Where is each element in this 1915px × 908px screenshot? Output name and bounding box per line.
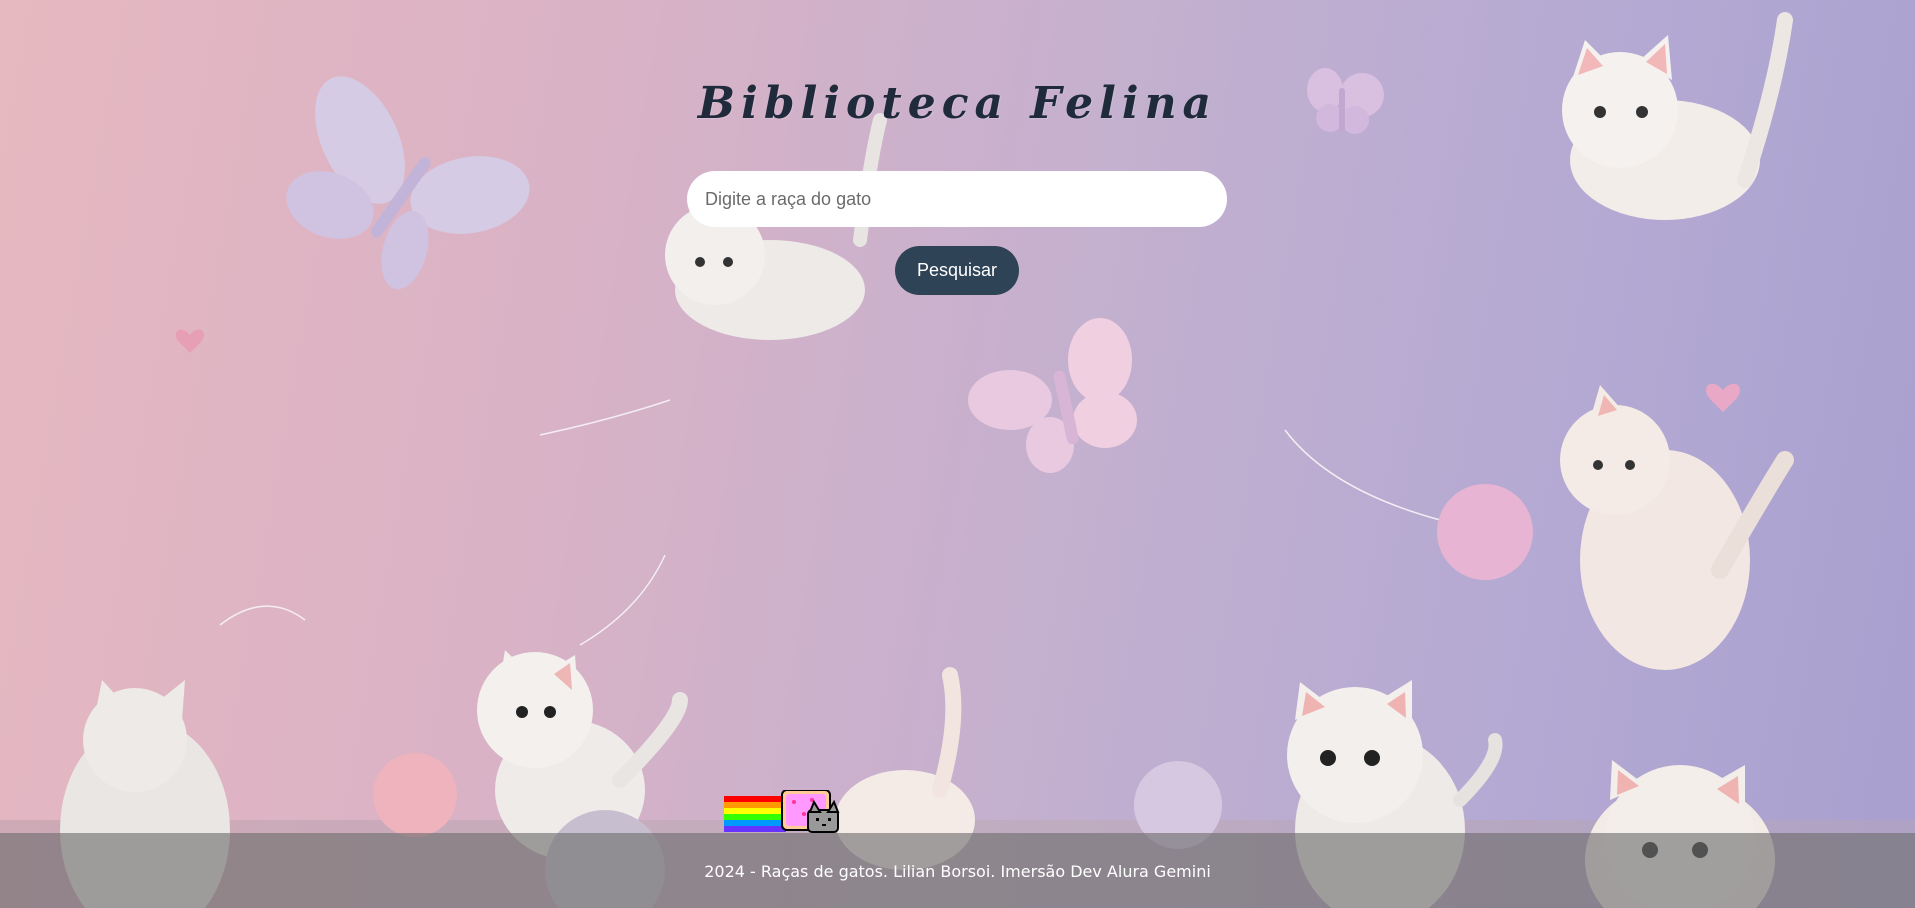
footer: 2024 - Raças de gatos. Lilian Borsoi. Im…	[0, 833, 1915, 908]
butterfly-middle	[968, 318, 1137, 473]
search-input[interactable]	[687, 171, 1227, 227]
cat-top-center	[665, 113, 887, 340]
heart-right	[1706, 383, 1740, 412]
footer-text: 2024 - Raças de gatos. Lilian Borsoi. Im…	[704, 862, 1211, 881]
yarn-pink	[1437, 484, 1533, 580]
yarn-pink-floor	[373, 753, 457, 837]
heart-left	[175, 329, 205, 353]
cat-right-middle	[1560, 385, 1794, 670]
search-button[interactable]: Pesquisar	[895, 246, 1019, 295]
nyan-cat-icon	[724, 790, 840, 833]
background-illustration	[60, 12, 1794, 908]
page-title: Biblioteca Felina	[697, 78, 1218, 129]
